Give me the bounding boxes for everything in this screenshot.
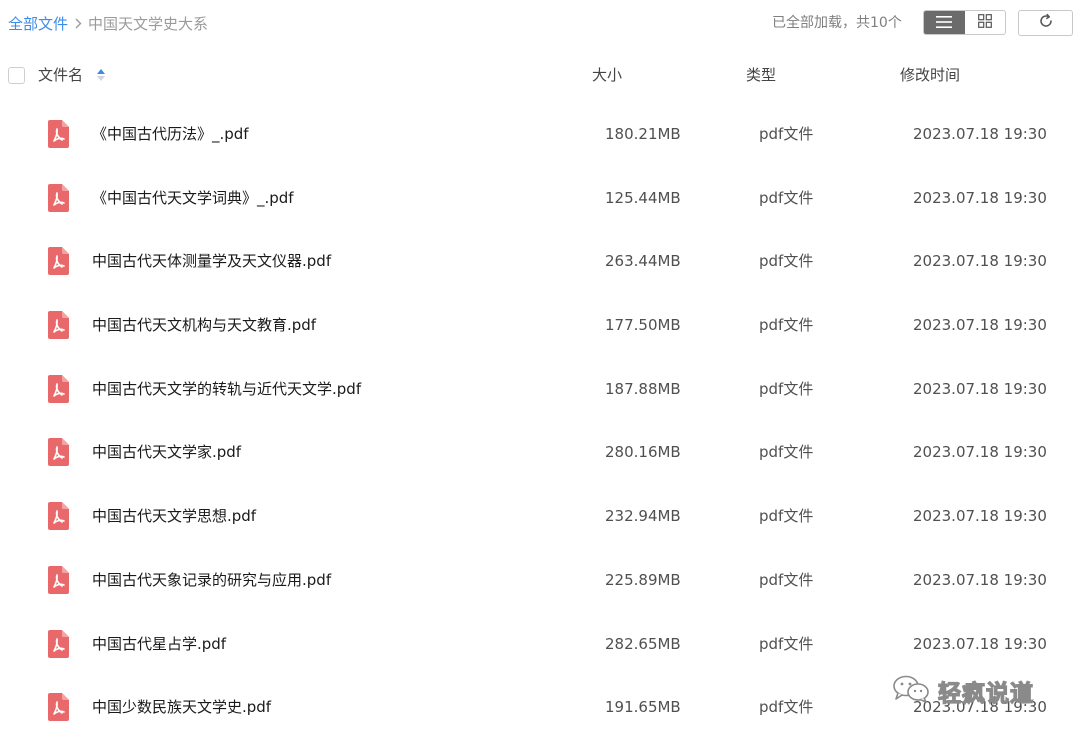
file-modified-time: 2023.07.18 19:30 xyxy=(913,125,1047,143)
file-type: pdf文件 xyxy=(759,634,814,653)
watermark-text: 轻疯说道 xyxy=(937,680,1034,707)
file-modified-time: 2023.07.18 19:30 xyxy=(913,570,1047,589)
pdf-file-icon xyxy=(46,629,70,659)
grid-icon xyxy=(977,13,992,32)
load-status-text: 已全部加载，共10个 xyxy=(772,15,902,31)
file-modified-time: 2023.07.18 19:30 xyxy=(913,507,1047,526)
pdf-file-icon xyxy=(46,374,70,404)
file-size: 282.65MB xyxy=(605,634,681,653)
refresh-button[interactable] xyxy=(1018,10,1073,36)
file-name[interactable]: 中国少数民族天文学史.pdf xyxy=(92,696,271,718)
file-size: 280.16MB xyxy=(605,443,681,462)
file-type: pdf文件 xyxy=(759,698,814,717)
file-size: 225.89MB xyxy=(605,570,681,589)
file-type: pdf文件 xyxy=(759,252,814,271)
pdf-file-icon xyxy=(46,183,70,213)
file-row[interactable]: 中国古代星占学.pdf 282.65MB pdf文件 2023.07.18 19:30 xyxy=(0,612,1080,676)
pdf-file-icon xyxy=(46,437,70,467)
file-size: 191.65MB xyxy=(605,698,681,717)
file-name[interactable]: 中国古代天文学思想.pdf xyxy=(92,505,256,527)
pdf-file-icon xyxy=(46,310,70,340)
file-row[interactable]: 中国古代天象记录的研究与应用.pdf 225.89MB pdf文件 2023.07.1… xyxy=(0,548,1080,612)
column-header-modified[interactable]: 修改时间 xyxy=(900,64,960,86)
file-type: pdf文件 xyxy=(759,507,814,526)
pdf-file-icon xyxy=(46,565,70,595)
file-size: 180.21MB xyxy=(605,125,681,143)
file-size: 125.44MB xyxy=(605,188,681,207)
select-all-checkbox[interactable] xyxy=(8,67,25,84)
sort-ascending-icon[interactable] xyxy=(96,67,106,83)
file-modified-time: 2023.07.18 19:30 xyxy=(913,379,1047,398)
column-header-name[interactable]: 文件名 xyxy=(38,64,83,86)
file-size: 232.94MB xyxy=(605,507,681,526)
file-type: pdf文件 xyxy=(759,379,814,398)
file-row[interactable]: 中国古代天文机构与天文教育.pdf 177.50MB pdf文件 2023.07.18… xyxy=(0,293,1080,357)
watermark: 轻疯说道 xyxy=(892,674,1034,708)
file-name[interactable]: 中国古代天文学家.pdf xyxy=(92,441,241,463)
file-row[interactable]: 中国古代天体测量学及天文仪器.pdf 263.44MB pdf文件 2023.07.1… xyxy=(0,229,1080,293)
file-type: pdf文件 xyxy=(759,570,814,589)
file-name[interactable]: 中国古代天象记录的研究与应用.pdf xyxy=(92,569,331,591)
file-name[interactable]: 中国古代天体测量学及天文仪器.pdf xyxy=(92,250,331,272)
file-modified-time: 2023.07.18 19:30 xyxy=(913,443,1047,462)
file-modified-time: 2023.07.18 19:30 xyxy=(913,634,1047,653)
file-name[interactable]: 《中国古代历法》_.pdf xyxy=(92,123,249,145)
file-modified-time: 2023.07.18 19:30 xyxy=(913,316,1047,335)
file-row[interactable]: 中国古代天文学的转轨与近代天文学.pdf 187.88MB pdf文件 2023.07… xyxy=(0,357,1080,421)
file-name[interactable]: 中国古代星占学.pdf xyxy=(92,633,226,655)
column-header-type[interactable]: 类型 xyxy=(746,64,776,86)
chevron-right-icon xyxy=(75,18,82,29)
list-icon xyxy=(936,13,953,32)
breadcrumb: 全部文件 中国天文学史大系 xyxy=(8,12,208,34)
refresh-icon xyxy=(1038,13,1054,33)
file-row[interactable]: 《中国古代天文学词典》_.pdf 125.44MB pdf文件 2023.07.18 … xyxy=(0,166,1080,230)
file-name[interactable]: 中国古代天文学的转轨与近代天文学.pdf xyxy=(92,378,361,400)
file-size: 187.88MB xyxy=(605,379,681,398)
file-row[interactable]: 中国古代天文学思想.pdf 232.94MB pdf文件 2023.07.18 19:… xyxy=(0,484,1080,548)
file-row[interactable]: 《中国古代历法》_.pdf 180.21MB pdf文件 2023.07.18 19:… xyxy=(0,102,1080,166)
pdf-file-icon xyxy=(46,246,70,276)
pdf-file-icon xyxy=(46,692,70,722)
file-name[interactable]: 中国古代天文机构与天文教育.pdf xyxy=(92,314,316,336)
wechat-icon xyxy=(892,674,930,708)
breadcrumb-root-link[interactable]: 全部文件 xyxy=(8,13,68,34)
file-list-header: 文件名 大小 类型 修改时间 xyxy=(0,60,1080,90)
file-size: 263.44MB xyxy=(605,252,681,271)
file-name[interactable]: 《中国古代天文学词典》_.pdf xyxy=(92,187,294,209)
column-header-size[interactable]: 大小 xyxy=(592,64,622,86)
file-modified-time: 2023.07.18 19:30 xyxy=(913,252,1047,271)
file-modified-time: 2023.07.18 19:30 xyxy=(913,188,1047,207)
view-mode-toggle xyxy=(923,10,1006,35)
file-row[interactable]: 中国古代天文学家.pdf 280.16MB pdf文件 2023.07.18 19:3… xyxy=(0,420,1080,484)
file-list: 《中国古代历法》_.pdf 180.21MB pdf文件 2023.07.18 19:… xyxy=(0,102,1080,739)
file-type: pdf文件 xyxy=(759,125,814,143)
file-size: 177.50MB xyxy=(605,316,681,335)
top-toolbar: 全部文件 中国天文学史大系 已全部加载，共10个 xyxy=(0,0,1080,46)
list-view-button[interactable] xyxy=(924,11,965,34)
breadcrumb-current-folder: 中国天文学史大系 xyxy=(88,14,209,33)
pdf-file-icon xyxy=(46,501,70,531)
grid-view-button[interactable] xyxy=(965,11,1006,34)
file-type: pdf文件 xyxy=(759,316,814,335)
pdf-file-icon xyxy=(46,119,70,149)
file-type: pdf文件 xyxy=(759,188,814,207)
file-type: pdf文件 xyxy=(759,443,814,462)
